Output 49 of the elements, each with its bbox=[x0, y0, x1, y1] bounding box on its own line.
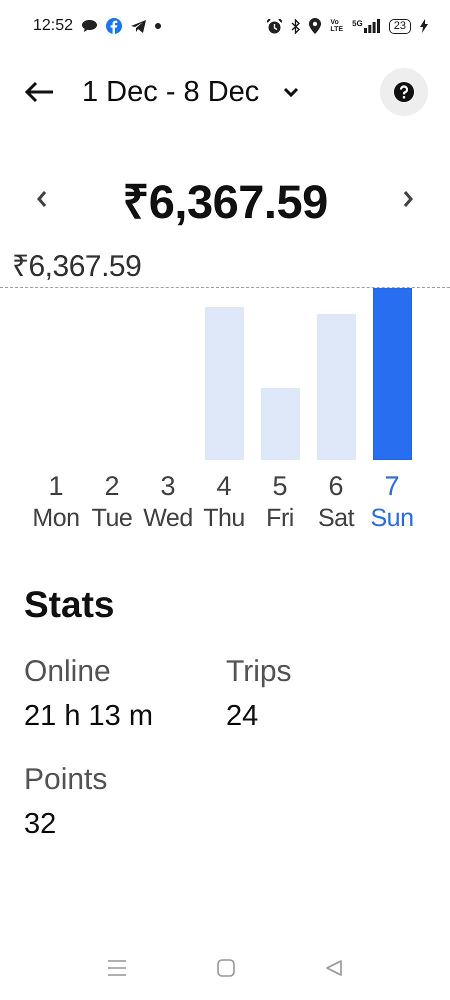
weekday-label[interactable]: Sun bbox=[370, 502, 414, 534]
stat-label: Points bbox=[24, 762, 108, 798]
battery-level: 23 bbox=[388, 18, 411, 34]
chevron-left-icon bbox=[36, 188, 48, 208]
day-number[interactable]: 6 bbox=[328, 470, 344, 502]
app-icon bbox=[106, 18, 122, 34]
chevron-down-icon bbox=[283, 87, 300, 97]
stat-value: 32 bbox=[24, 807, 58, 842]
weekday-label[interactable]: Thu bbox=[203, 502, 245, 534]
menu-icon bbox=[107, 959, 127, 977]
triangle-icon bbox=[325, 959, 343, 977]
stat-value: 24 bbox=[226, 699, 260, 734]
paper-plane-icon bbox=[131, 20, 146, 32]
home-button[interactable] bbox=[217, 959, 235, 977]
help-button[interactable] bbox=[380, 68, 428, 116]
network-label: 5G bbox=[352, 19, 363, 28]
signal-icon bbox=[364, 19, 380, 33]
weekday-label[interactable]: Tue bbox=[92, 502, 132, 534]
day-number[interactable]: 3 bbox=[160, 470, 176, 502]
stat-label: Trips bbox=[226, 654, 293, 690]
clock-time: 12:52 bbox=[33, 17, 74, 35]
alarm-clock-icon bbox=[267, 18, 282, 34]
weekday-label[interactable]: Fri bbox=[266, 502, 294, 534]
menu-button[interactable] bbox=[107, 959, 127, 977]
weekday-label[interactable]: Wed bbox=[143, 502, 193, 534]
help-icon bbox=[394, 82, 414, 102]
back-button[interactable] bbox=[24, 81, 54, 103]
day-number[interactable]: 5 bbox=[272, 470, 288, 502]
dot-icon bbox=[155, 23, 162, 29]
total-earnings: ₹6,367.59 bbox=[122, 174, 328, 230]
max-earnings-label: ₹6,367.59 bbox=[11, 249, 142, 285]
location-pin-icon bbox=[309, 18, 322, 34]
chat-bubble-icon bbox=[82, 20, 98, 32]
day-number[interactable]: 2 bbox=[104, 470, 120, 502]
back-arrow-icon bbox=[24, 81, 54, 103]
square-icon bbox=[217, 959, 235, 977]
date-range-dropdown[interactable]: 1 Dec - 8 Dec bbox=[82, 76, 300, 108]
stat-label: Online bbox=[24, 654, 112, 690]
bluetooth-icon bbox=[291, 18, 300, 34]
weekday-label[interactable]: Sat bbox=[318, 502, 354, 534]
day-number[interactable]: 7 bbox=[384, 470, 400, 502]
chevron-right-icon bbox=[402, 188, 414, 208]
day-number[interactable]: 4 bbox=[216, 470, 232, 502]
charging-bolt-icon bbox=[420, 19, 428, 33]
weekday-label[interactable]: Mon bbox=[32, 502, 80, 534]
stat-value: 21 h 13 m bbox=[24, 699, 154, 734]
stats-heading: Stats bbox=[24, 584, 116, 626]
back-nav-button[interactable] bbox=[325, 959, 343, 977]
day-number[interactable]: 1 bbox=[48, 470, 64, 502]
